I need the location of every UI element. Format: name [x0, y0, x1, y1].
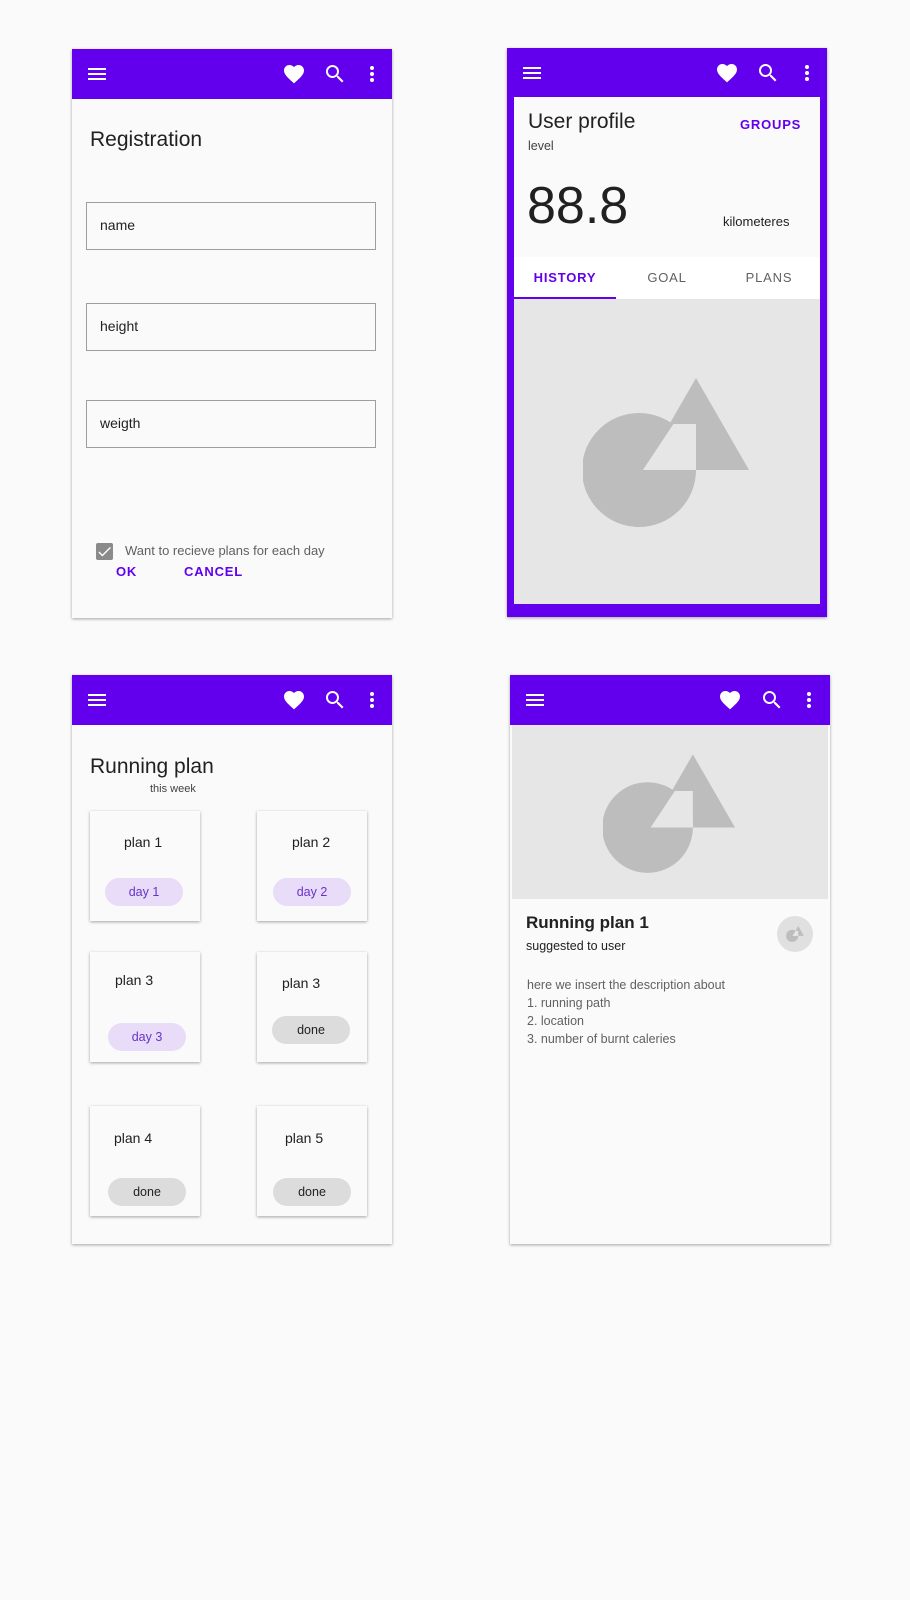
- ok-button[interactable]: OK: [116, 564, 137, 579]
- cancel-button[interactable]: CANCEL: [184, 564, 243, 579]
- tab-goal[interactable]: GOAL: [616, 257, 718, 299]
- profile-card: User profile level GROUPS 88.8 kilometer…: [514, 97, 820, 604]
- history-media-placeholder: [514, 299, 820, 604]
- plan-card[interactable]: plan 3 done: [257, 952, 367, 1062]
- search-icon[interactable]: [760, 688, 784, 712]
- top-app-bar: [72, 675, 392, 725]
- running-plan-screen: Running plan this week plan 1 day 1 plan…: [72, 675, 392, 1244]
- page-title: Registration: [90, 128, 203, 151]
- more-vert-icon[interactable]: [360, 688, 384, 712]
- search-icon[interactable]: [323, 688, 347, 712]
- image-placeholder-icon: [786, 926, 804, 942]
- plan-name: plan 3: [115, 972, 154, 988]
- field-placeholder: name: [100, 217, 136, 233]
- heart-icon[interactable]: [282, 62, 306, 86]
- plan-detail-title: Running plan 1: [526, 913, 649, 932]
- height-field[interactable]: height: [86, 303, 376, 351]
- check-icon: [98, 546, 111, 557]
- plan-name: plan 3: [282, 975, 321, 991]
- daily-plans-checkbox[interactable]: [96, 543, 113, 560]
- more-vert-icon[interactable]: [360, 62, 384, 86]
- plan-card[interactable]: plan 3 day 3: [90, 952, 200, 1062]
- page-title: Running plan: [90, 755, 214, 778]
- checkbox-label: Want to recieve plans for each day: [125, 543, 325, 558]
- plan-name: plan 1: [124, 834, 163, 850]
- more-vert-icon[interactable]: [795, 61, 819, 85]
- description-line: here we insert the description about: [527, 978, 726, 992]
- menu-icon[interactable]: [523, 688, 547, 712]
- distance-value: 88.8: [527, 177, 629, 235]
- user-profile-screen: User profile level GROUPS 88.8 kilometer…: [507, 48, 827, 617]
- plan-name: plan 5: [285, 1130, 324, 1146]
- menu-icon[interactable]: [520, 61, 544, 85]
- status-chip[interactable]: done: [272, 1016, 350, 1044]
- avatar[interactable]: [777, 916, 813, 952]
- plan-card[interactable]: plan 5 done: [257, 1106, 367, 1216]
- plan-card[interactable]: plan 1 day 1: [90, 811, 200, 921]
- search-icon[interactable]: [323, 62, 347, 86]
- tab-bar: HISTORY GOAL PLANS: [514, 257, 820, 299]
- field-placeholder: weigth: [100, 415, 141, 431]
- status-chip[interactable]: day 1: [105, 878, 183, 906]
- status-chip[interactable]: day 3: [108, 1023, 186, 1051]
- top-app-bar: [507, 48, 827, 98]
- status-chip[interactable]: done: [273, 1178, 351, 1206]
- tab-plans[interactable]: PLANS: [718, 257, 820, 299]
- distance-unit: kilometeres: [723, 214, 790, 229]
- menu-icon[interactable]: [85, 62, 109, 86]
- plan-card[interactable]: plan 4 done: [90, 1106, 200, 1216]
- field-placeholder: height: [100, 318, 139, 334]
- image-placeholder-icon: [603, 754, 735, 874]
- name-field[interactable]: name: [86, 202, 376, 250]
- profile-subtitle: level: [528, 139, 554, 153]
- weight-field[interactable]: weigth: [86, 400, 376, 448]
- registration-screen: Registration name height weigth Want to …: [72, 49, 392, 618]
- search-icon[interactable]: [756, 61, 780, 85]
- menu-icon[interactable]: [85, 688, 109, 712]
- description-line: 1. running path: [527, 996, 611, 1010]
- description-line: 3. number of burnt caleries: [527, 1032, 676, 1046]
- heart-icon[interactable]: [718, 688, 742, 712]
- plan-name: plan 4: [114, 1130, 153, 1146]
- plan-name: plan 2: [292, 834, 331, 850]
- heart-icon[interactable]: [715, 61, 739, 85]
- groups-button[interactable]: GROUPS: [740, 117, 801, 132]
- more-vert-icon[interactable]: [797, 688, 821, 712]
- plan-media-placeholder: [512, 725, 828, 899]
- top-app-bar: [510, 675, 830, 725]
- tab-history[interactable]: HISTORY: [514, 257, 616, 299]
- image-placeholder-icon: [583, 378, 749, 528]
- plan-detail-subtitle: suggested to user: [526, 939, 626, 953]
- heart-icon[interactable]: [282, 688, 306, 712]
- status-chip[interactable]: day 2: [273, 878, 351, 906]
- top-app-bar: [72, 49, 392, 99]
- status-chip[interactable]: done: [108, 1178, 186, 1206]
- page-subtitle: this week: [150, 783, 196, 795]
- plan-card[interactable]: plan 2 day 2: [257, 811, 367, 921]
- profile-title: User profile: [528, 110, 636, 133]
- description-line: 2. location: [527, 1014, 584, 1028]
- plan-detail-screen: Running plan 1 suggested to user here we…: [510, 675, 830, 1244]
